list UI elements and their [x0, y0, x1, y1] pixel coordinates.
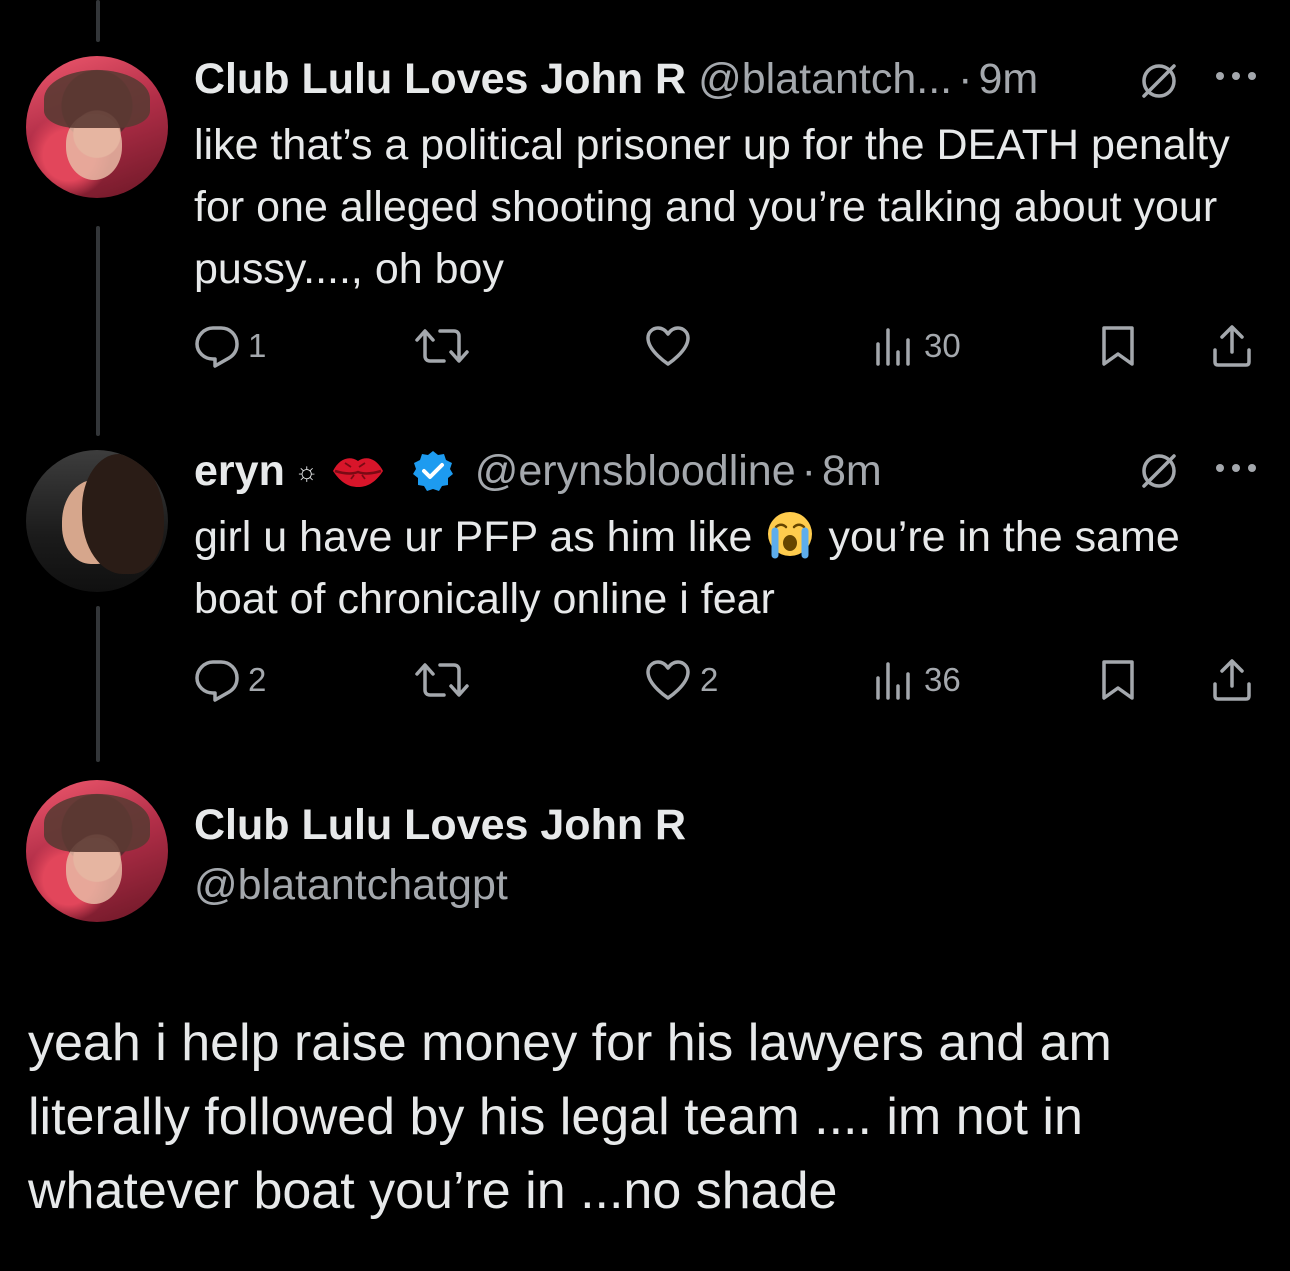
- share-button[interactable]: [1210, 324, 1254, 368]
- loudly-crying-emoji: [768, 512, 813, 559]
- display-name[interactable]: Club Lulu Loves John R: [194, 54, 686, 104]
- timestamp[interactable]: 9m: [978, 54, 1038, 104]
- sun-badge: ☼: [294, 456, 319, 486]
- repost-icon: [415, 329, 469, 363]
- reply-icon: [195, 660, 239, 702]
- reply-count: 1: [248, 327, 267, 364]
- bookmark-icon: [1102, 660, 1134, 700]
- avatar-eryn[interactable]: [26, 450, 168, 592]
- like-button[interactable]: 2: [644, 658, 718, 702]
- timestamp[interactable]: 8m: [822, 446, 882, 496]
- tweet-1-actions: 1 30: [194, 324, 1264, 368]
- bookmark-icon: [1102, 326, 1134, 366]
- tweet-1-header: Club Lulu Loves John R @blatantch... · 9…: [194, 54, 1038, 104]
- more-icon[interactable]: [1212, 66, 1260, 86]
- heart-icon: [646, 326, 690, 366]
- separator-dot: ·: [958, 55, 973, 103]
- like-count: 2: [700, 661, 719, 698]
- views-button[interactable]: 30: [872, 324, 961, 368]
- tweet-text: girl u have ur PFP as him like you’re in…: [194, 506, 1234, 630]
- grok-icon[interactable]: [1134, 446, 1184, 496]
- more-icon[interactable]: [1212, 458, 1260, 478]
- separator-dot: ·: [801, 447, 816, 495]
- share-icon: [1213, 325, 1251, 367]
- reply-icon: [195, 326, 239, 368]
- thread-line-top: [96, 0, 100, 42]
- display-name[interactable]: Club Lulu Loves John R: [194, 800, 686, 850]
- reply-button[interactable]: 2: [194, 658, 266, 702]
- handle[interactable]: @blatantch...: [698, 54, 952, 104]
- view-count: 30: [924, 327, 961, 364]
- like-button[interactable]: [644, 324, 700, 368]
- reply-count: 2: [248, 661, 267, 698]
- tweet-2-actions: 2 2 36: [194, 658, 1264, 702]
- display-name[interactable]: eryn: [194, 446, 285, 496]
- views-icon: [876, 328, 910, 366]
- tweet-text-part-1: girl u have ur PFP as him like: [194, 513, 753, 561]
- bookmark-button[interactable]: [1098, 658, 1138, 702]
- lips-emoji: [332, 458, 383, 487]
- share-button[interactable]: [1210, 658, 1254, 702]
- repost-button[interactable]: [414, 324, 478, 368]
- grok-icon[interactable]: [1134, 56, 1184, 106]
- share-icon: [1213, 659, 1251, 701]
- views-icon: [876, 662, 910, 700]
- avatar-club-lulu[interactable]: [26, 780, 168, 922]
- thread-line-2: [96, 606, 100, 762]
- views-button[interactable]: 36: [872, 658, 961, 702]
- handle[interactable]: @blatantchatgpt: [194, 860, 508, 910]
- verified-badge-icon[interactable]: [411, 449, 455, 493]
- tweet-text: like that’s a political prisoner up for …: [194, 121, 1230, 293]
- tweet-2-header: eryn ☼ @erynsbloodline · 8m: [194, 446, 882, 496]
- repost-icon: [415, 663, 469, 697]
- bookmark-button[interactable]: [1098, 324, 1138, 368]
- repost-button[interactable]: [414, 658, 478, 702]
- avatar-club-lulu[interactable]: [26, 56, 168, 198]
- view-count: 36: [924, 661, 961, 698]
- handle[interactable]: @erynsbloodline: [475, 446, 796, 496]
- heart-icon: [646, 660, 690, 700]
- main-post-text: yeah i help raise money for his lawyers …: [28, 1014, 1112, 1220]
- reply-button[interactable]: 1: [194, 324, 266, 368]
- thread-line-1: [96, 226, 100, 436]
